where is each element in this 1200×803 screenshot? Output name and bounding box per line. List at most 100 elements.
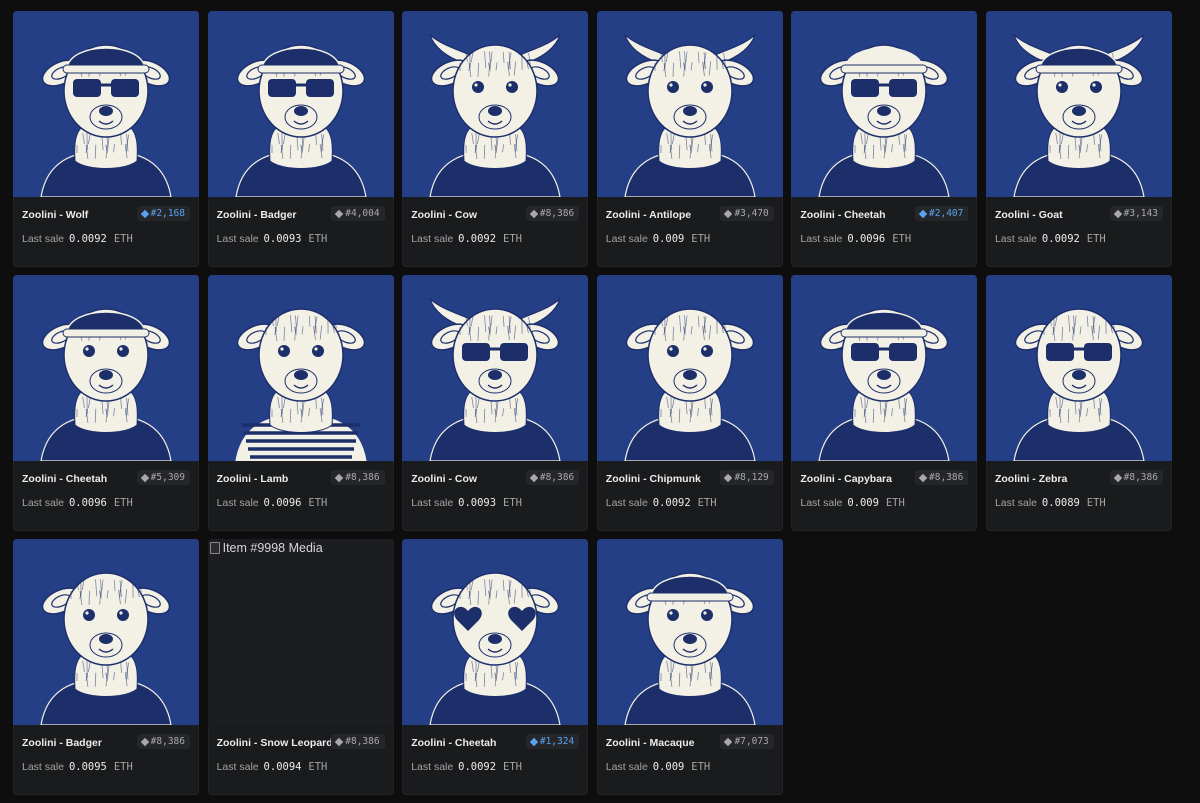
token-badge: #2,407 [915,206,969,221]
token-badge: #8,129 [720,470,774,485]
item-name[interactable]: Zoolini - Snow Leopard [217,737,333,749]
antilope-portrait[interactable] [596,11,783,197]
macaque-portrait[interactable] [596,539,783,725]
item-name[interactable]: Zoolini - Zebra [995,473,1067,485]
rarity-diamond-icon [724,473,733,482]
chipmunk-portrait[interactable] [596,275,783,461]
card-meta: Zoolini - Capybara #8,386 Last sale 0.00… [800,461,969,531]
item-name[interactable]: Zoolini - Capybara [800,473,892,485]
currency-label: ETH [308,233,328,245]
cheetah-portrait[interactable] [402,539,589,725]
currency-label: ETH [1086,233,1106,245]
item-name[interactable]: Zoolini - Goat [995,209,1063,221]
item-name[interactable]: Zoolini - Cheetah [22,473,107,485]
chipmunk-portrait-illustration [624,308,756,461]
last-sale: Last sale 0.009 ETH [800,497,904,509]
last-sale-price: 0.0092 [652,497,691,509]
card-meta: Zoolini - Wolf #2,168 Last sale 0.0092 E… [22,197,190,267]
last-sale: Last sale 0.0096 ETH [217,497,328,509]
nft-card[interactable]: Zoolini - Lamb #8,386 Last sale 0.0096 E… [207,275,394,531]
token-badge: #5,309 [136,470,190,485]
cheetah-portrait-illustration [818,44,950,197]
last-sale: Last sale 0.0095 ETH [22,761,133,773]
cow-portrait-illustration [428,297,562,461]
broken-image-text: Item #9998 Media [222,541,323,555]
token-badge: #8,386 [525,206,580,221]
goat-portrait[interactable] [985,11,1172,197]
rarity-diamond-icon [529,209,539,218]
capybara-portrait[interactable] [791,275,978,461]
currency-label: ETH [885,497,905,509]
nft-card[interactable]: Zoolini - Macaque #7,073 Last sale 0.009… [596,539,783,795]
last-sale-price: 0.009 [652,761,685,773]
item-name[interactable]: Zoolini - Wolf [22,209,88,221]
last-sale-price: 0.0096 [847,233,886,245]
nft-card[interactable]: Zoolini - Wolf #2,168 Last sale 0.0092 E… [13,11,199,267]
token-number: #3,143 [1123,208,1158,219]
nft-card[interactable]: Zoolini - Goat #3,143 Last sale 0.0092 E… [985,11,1172,267]
last-sale: Last sale 0.0089 ETH [995,497,1106,509]
token-badge: #3,470 [720,206,774,221]
currency-label: ETH [691,233,711,245]
item-name[interactable]: Zoolini - Cheetah [411,737,496,749]
last-sale-label: Last sale [994,497,1037,509]
currency-label: ETH [308,497,328,509]
card-meta: Zoolini - Cheetah #1,324 Last sale 0.009… [411,725,580,795]
item-name[interactable]: Zoolini - Cow [411,209,477,221]
badger-portrait[interactable] [13,539,199,725]
currency-label: ETH [503,761,522,773]
card-meta: Zoolini - Cow #8,386 Last sale 0.0093 ET… [411,461,580,531]
last-sale-price: 0.0095 [68,761,107,773]
item-name[interactable]: Zoolini - Macaque [606,737,695,749]
cheetah-portrait[interactable] [13,275,199,461]
token-badge: #8,386 [136,734,190,749]
lamb-portrait[interactable] [207,275,394,461]
item-name[interactable]: Zoolini - Antilope [606,209,691,221]
cheetah-portrait[interactable] [791,11,978,197]
nft-card[interactable]: Item #9998 Media Zoolini - Snow Leopard … [207,539,394,795]
item-name[interactable]: Zoolini - Cow [411,473,477,485]
nft-card[interactable]: Zoolini - Cow #8,386 Last sale 0.0093 ET… [402,275,589,531]
nft-card[interactable]: Zoolini - Chipmunk #8,129 Last sale 0.00… [596,275,783,531]
rarity-diamond-icon [335,737,344,746]
last-sale-price: 0.0089 [1041,497,1080,509]
currency-label: ETH [503,497,522,509]
last-sale-label: Last sale [605,761,648,773]
nft-card[interactable]: Zoolini - Cheetah #2,407 Last sale 0.009… [791,11,978,267]
wolf-portrait[interactable] [13,11,199,197]
last-sale: Last sale 0.0092 ETH [411,233,522,245]
nft-card[interactable]: Zoolini - Cow #8,386 Last sale 0.0092 ET… [402,11,589,267]
nft-card[interactable]: Zoolini - Cheetah #1,324 Last sale 0.009… [402,539,589,795]
badger-portrait[interactable] [207,11,394,197]
last-sale: Last sale 0.0093 ETH [411,497,522,509]
item-name[interactable]: Zoolini - Cheetah [800,209,885,221]
antilope-portrait-illustration [623,33,757,197]
token-badge: #8,386 [525,470,580,485]
broken-image-placeholder[interactable]: Item #9998 Media [207,539,394,725]
nft-card[interactable]: Zoolini - Badger #4,004 Last sale 0.0093… [207,11,394,267]
nft-card[interactable]: Zoolini - Cheetah #5,309 Last sale 0.009… [13,275,199,531]
item-name[interactable]: Zoolini - Lamb [217,473,289,485]
card-meta: Zoolini - Zebra #8,386 Last sale 0.0089 … [995,461,1163,531]
item-name[interactable]: Zoolini - Chipmunk [606,473,701,485]
zebra-portrait[interactable] [985,275,1172,461]
cow-portrait[interactable] [402,11,589,197]
token-badge: #4,004 [331,206,385,221]
currency-label: ETH [113,761,133,773]
nft-card[interactable]: Zoolini - Antilope #3,470 Last sale 0.00… [596,11,783,267]
rarity-diamond-icon [140,209,149,218]
broken-image-icon [209,542,220,554]
last-sale-label: Last sale [994,233,1037,245]
item-name[interactable]: Zoolini - Badger [217,209,297,221]
currency-label: ETH [503,233,522,245]
cow-portrait[interactable] [402,275,589,461]
card-meta: Zoolini - Badger #4,004 Last sale 0.0093… [217,197,385,267]
nft-card[interactable]: Zoolini - Capybara #8,386 Last sale 0.00… [791,275,978,531]
nft-card[interactable]: Zoolini - Zebra #8,386 Last sale 0.0089 … [985,275,1172,531]
wolf-portrait-illustration [40,44,172,197]
rarity-diamond-icon [140,473,149,482]
last-sale-price: 0.0096 [263,497,302,509]
nft-card[interactable]: Zoolini - Badger #8,386 Last sale 0.0095… [13,539,199,795]
last-sale-label: Last sale [22,497,65,509]
item-name[interactable]: Zoolini - Badger [22,737,102,749]
